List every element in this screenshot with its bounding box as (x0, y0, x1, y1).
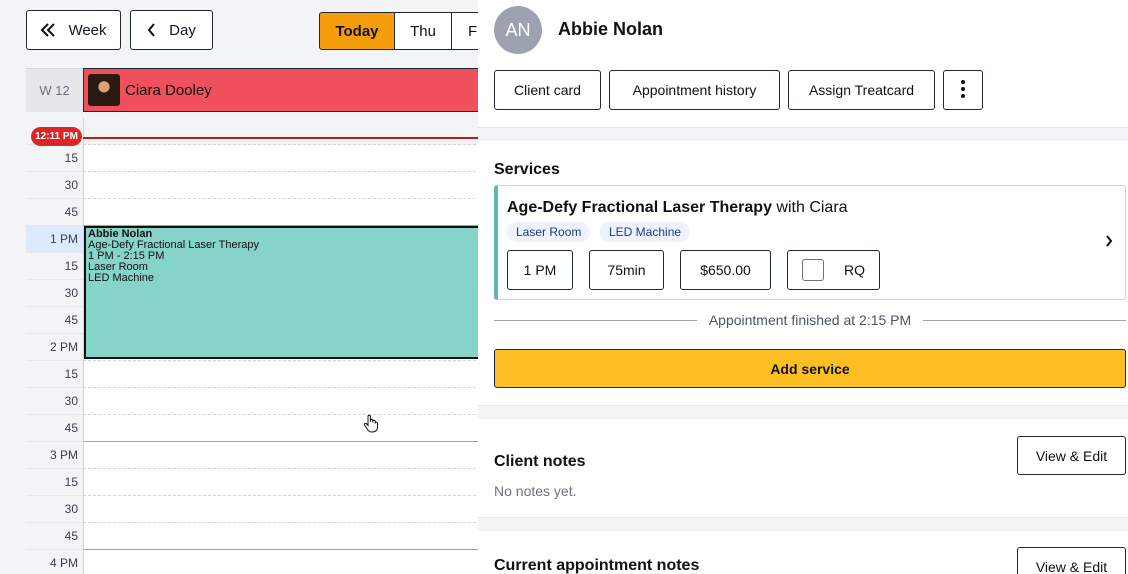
appointment-block[interactable]: Abbie Nolan Age-Defy Fractional Laser Th… (84, 226, 478, 359)
time-label: 15 (26, 469, 83, 496)
time-slot[interactable] (83, 442, 478, 469)
service-title: Age-Defy Fractional Laser Therapy with C… (507, 199, 848, 217)
time-row: 30 (26, 172, 478, 199)
services-heading: Services (494, 161, 560, 178)
time-label: 30 (26, 172, 83, 199)
time-label: 45 (26, 523, 83, 550)
time-label: 15 (26, 145, 83, 172)
client-notes-edit-button[interactable]: View & Edit (1017, 436, 1126, 475)
time-label: 45 (26, 307, 83, 334)
current-time-line (83, 137, 478, 139)
double-chevron-left-icon (40, 23, 56, 37)
time-slot[interactable] (83, 523, 478, 550)
time-slot[interactable] (83, 199, 478, 226)
time-label: 15 (26, 253, 83, 280)
week-button-label: Week (68, 21, 107, 39)
thursday-button[interactable]: Thu (394, 12, 452, 50)
time-slot[interactable] (83, 361, 478, 388)
current-notes-heading: Current appointment notes (494, 557, 700, 574)
time-label: 45 (26, 199, 83, 226)
time-slot[interactable] (83, 145, 478, 172)
time-row: 30 (26, 388, 478, 415)
time-row: 4 PM (26, 550, 478, 574)
staff-avatar (88, 74, 120, 106)
service-staff: with Ciara (776, 199, 848, 216)
finished-status: Appointment finished at 2:15 PM (478, 312, 1128, 330)
time-label: 45 (26, 415, 83, 442)
time-row: 45 (26, 415, 478, 442)
day-back-button[interactable]: Day (130, 10, 213, 50)
time-label: 30 (26, 388, 83, 415)
time-label: 2 PM (26, 334, 83, 361)
client-avatar: AN (494, 6, 542, 54)
time-label: 1 PM (26, 226, 83, 253)
client-header-section: AN Abbie Nolan Client card Appointment h… (478, 0, 1128, 128)
time-slot[interactable] (83, 388, 478, 415)
vertical-dots-icon (961, 79, 965, 101)
time-label: 4 PM (26, 550, 83, 574)
time-slot[interactable] (83, 118, 478, 145)
service-duration[interactable]: 75min (589, 250, 664, 290)
current-notes-edit-button[interactable]: View & Edit (1017, 547, 1126, 574)
staff-column-header[interactable]: Ciara Dooley (83, 68, 478, 112)
service-name: Age-Defy Fractional Laser Therapy (507, 199, 772, 216)
time-label: 15 (26, 361, 83, 388)
friday-button[interactable]: F (451, 12, 478, 50)
service-start-time[interactable]: 1 PM (507, 250, 573, 290)
time-row: 3 PM (26, 442, 478, 469)
time-slot[interactable] (83, 172, 478, 199)
rq-toggle[interactable]: RQ (787, 250, 880, 290)
time-row: 15 (26, 145, 478, 172)
calendar-view: Week Day Today Thu F W 12 Ciara Dooley 1… (0, 0, 478, 574)
chevron-left-icon (147, 23, 157, 37)
add-service-button[interactable]: Add service (494, 349, 1126, 388)
time-row: 15 (26, 361, 478, 388)
hand-cursor-icon (363, 414, 378, 433)
chevron-right-icon[interactable] (1105, 234, 1113, 252)
time-slot[interactable] (83, 496, 478, 523)
time-row: 15 (26, 469, 478, 496)
time-row: 45 (26, 523, 478, 550)
time-slot[interactable] (83, 415, 478, 442)
staff-name: Ciara Dooley (125, 81, 212, 99)
time-label: 3 PM (26, 442, 83, 469)
time-row: 45 (26, 199, 478, 226)
appointment-panel: AN Abbie Nolan Client card Appointment h… (478, 0, 1128, 574)
rq-label: RQ (844, 262, 865, 278)
appointment-history-button[interactable]: Appointment history (609, 70, 780, 110)
service-price[interactable]: $650.00 (680, 250, 771, 290)
service-tag-room: Laser Room (507, 222, 591, 242)
appointment-machine: LED Machine (88, 272, 155, 284)
time-label: 30 (26, 496, 83, 523)
rq-checkbox[interactable] (802, 259, 824, 281)
time-slot[interactable] (83, 469, 478, 496)
time-row: 30 (26, 496, 478, 523)
client-notes-heading: Client notes (494, 453, 586, 470)
assign-treatcard-button[interactable]: Assign Treatcard (788, 70, 935, 110)
today-button[interactable]: Today (319, 12, 395, 50)
time-slot[interactable] (83, 550, 478, 574)
finished-text: Appointment finished at 2:15 PM (696, 312, 924, 328)
day-button-label: Day (169, 21, 196, 39)
more-options-button[interactable] (943, 70, 983, 110)
service-tag-machine: LED Machine (600, 222, 691, 242)
time-row (26, 118, 478, 145)
service-card[interactable]: Age-Defy Fractional Laser Therapy with C… (494, 185, 1126, 300)
week-number: W 12 (26, 68, 83, 112)
client-name: Abbie Nolan (558, 19, 664, 39)
week-back-button[interactable]: Week (26, 10, 121, 50)
current-time-badge: 12:11 PM (31, 127, 82, 146)
client-card-button[interactable]: Client card (494, 70, 601, 110)
time-label: 30 (26, 280, 83, 307)
client-notes-empty: No notes yet. (494, 483, 577, 499)
